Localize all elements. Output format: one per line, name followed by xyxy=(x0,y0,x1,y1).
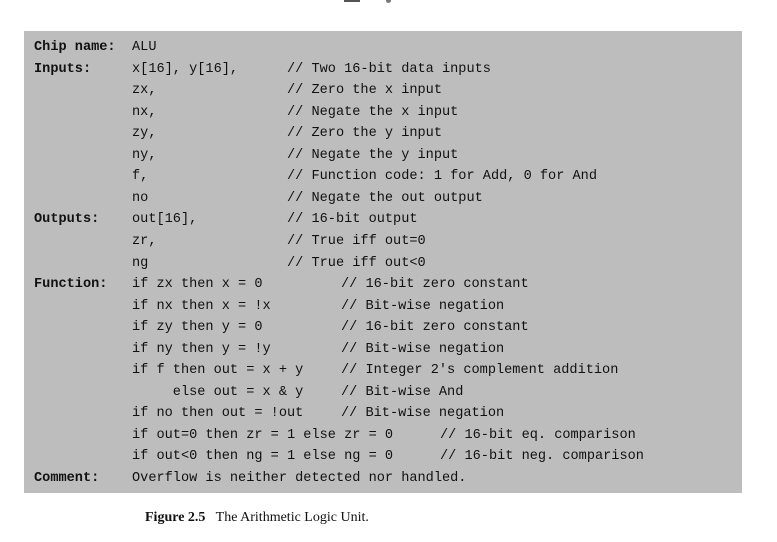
page-top-artifact xyxy=(344,0,404,6)
spec-code: x[16], y[16], xyxy=(132,61,239,77)
spec-code: if zy then y = 0 xyxy=(132,320,263,336)
spec-code: else out = x & y xyxy=(132,384,304,400)
spec-line: ny, // Negate the y input xyxy=(24,145,742,166)
spec-code: out[16], xyxy=(132,212,198,228)
spec-comment: // Negate the out output xyxy=(287,190,483,206)
spec-label: Outputs: xyxy=(34,212,100,228)
figure-caption-text: The Arithmetic Logic Unit. xyxy=(215,510,369,525)
spec-code: f, xyxy=(132,169,149,185)
spec-code: ALU xyxy=(132,40,157,55)
spec-comment: // 16-bit neg. comparison xyxy=(440,449,644,465)
spec-comment: // Integer 2's complement addition xyxy=(341,363,619,379)
spec-line: else out = x & y // Bit-wise And xyxy=(24,382,742,403)
spec-code: ny, xyxy=(132,147,157,163)
spec-comment: // Bit-wise And xyxy=(341,384,464,400)
spec-code: if out=0 then zr = 1 else zr = 0 xyxy=(132,427,394,443)
spec-code: nx, xyxy=(132,104,157,120)
spec-line: if ny then y = !y // Bit-wise negation xyxy=(24,339,742,360)
spec-line: Function: if zx then x = 0 // 16-bit zero … xyxy=(24,274,742,295)
spec-line: if no then out = !out // Bit-wise negatio… xyxy=(24,403,742,424)
spec-line: if out<0 then ng = 1 else ng = 0 // 16-bi… xyxy=(24,446,742,467)
spec-line: if nx then x = !x // Bit-wise negation xyxy=(24,296,742,317)
spec-line: Outputs: out[16], // 16-bit output xyxy=(24,209,742,230)
artifact-dash xyxy=(344,0,360,2)
spec-label: Function: xyxy=(34,277,108,293)
spec-line: if zy then y = 0 // 16-bit zero constant xyxy=(24,317,742,338)
spec-label: Chip name: xyxy=(34,40,116,55)
spec-comment: // Bit-wise negation xyxy=(341,341,505,357)
spec-line: nx, // Negate the x input xyxy=(24,102,742,123)
spec-line: Comment: Overflow is neither detected nor… xyxy=(24,468,742,489)
spec-comment: // Function code: 1 for Add, 0 for And xyxy=(287,169,597,185)
spec-code: if f then out = x + y xyxy=(132,363,304,379)
spec-line: Chip name: ALU xyxy=(24,37,742,58)
spec-comment: // 16-bit eq. comparison xyxy=(440,427,636,443)
spec-comment: // Bit-wise negation xyxy=(341,406,505,422)
spec-code: if zx then x = 0 xyxy=(132,277,263,293)
spec-code: if nx then x = !x xyxy=(132,298,271,314)
spec-line: Inputs: x[16], y[16], // Two 16-bit data i… xyxy=(24,59,742,80)
spec-line: f, // Function code: 1 for Add, 0 for And xyxy=(24,166,742,187)
spec-comment: // True iff out<0 xyxy=(287,255,426,271)
spec-code: if no then out = !out xyxy=(132,406,304,422)
artifact-mark xyxy=(386,0,391,3)
spec-comment: // Zero the x input xyxy=(287,83,442,99)
spec-line: if f then out = x + y // Integer 2's comp… xyxy=(24,360,742,381)
spec-comment: // Zero the y input xyxy=(287,126,442,142)
spec-code: if ny then y = !y xyxy=(132,341,271,357)
spec-code: zy, xyxy=(132,126,157,142)
spec-comment: // True iff out=0 xyxy=(287,233,426,249)
spec-comment: // 16-bit output xyxy=(287,212,418,228)
figure-number: Figure 2.5 xyxy=(145,510,206,525)
alu-spec-box: Chip name: ALU Inputs: x[16], y[16], // Two … xyxy=(24,31,742,493)
spec-line: zy, // Zero the y input xyxy=(24,123,742,144)
spec-code: zx, xyxy=(132,83,157,99)
spec-line: if out=0 then zr = 1 else zr = 0 // 16-bi… xyxy=(24,425,742,446)
spec-comment: // 16-bit zero constant xyxy=(341,277,529,293)
spec-line: zx, // Zero the x input xyxy=(24,80,742,101)
spec-line: ng // True iff out<0 xyxy=(24,253,742,274)
spec-code: zr, xyxy=(132,233,157,249)
spec-label: Inputs: xyxy=(34,61,92,77)
figure-caption: Figure 2.5 The Arithmetic Logic Unit. xyxy=(145,510,369,526)
spec-code: Overflow is neither detected nor handled… xyxy=(132,471,467,486)
spec-comment: // Negate the x input xyxy=(287,104,459,120)
spec-comment: // Negate the y input xyxy=(287,147,459,163)
spec-comment: // 16-bit zero constant xyxy=(341,320,529,336)
spec-comment: // Bit-wise negation xyxy=(341,298,505,314)
spec-line: zr, // True iff out=0 xyxy=(24,231,742,252)
spec-label: Comment: xyxy=(34,471,100,486)
spec-comment: // Two 16-bit data inputs xyxy=(287,61,491,77)
spec-code: if out<0 then ng = 1 else ng = 0 xyxy=(132,449,394,465)
spec-line: no // Negate the out output xyxy=(24,188,742,209)
spec-code: no xyxy=(132,190,149,206)
spec-code: ng xyxy=(132,255,149,271)
